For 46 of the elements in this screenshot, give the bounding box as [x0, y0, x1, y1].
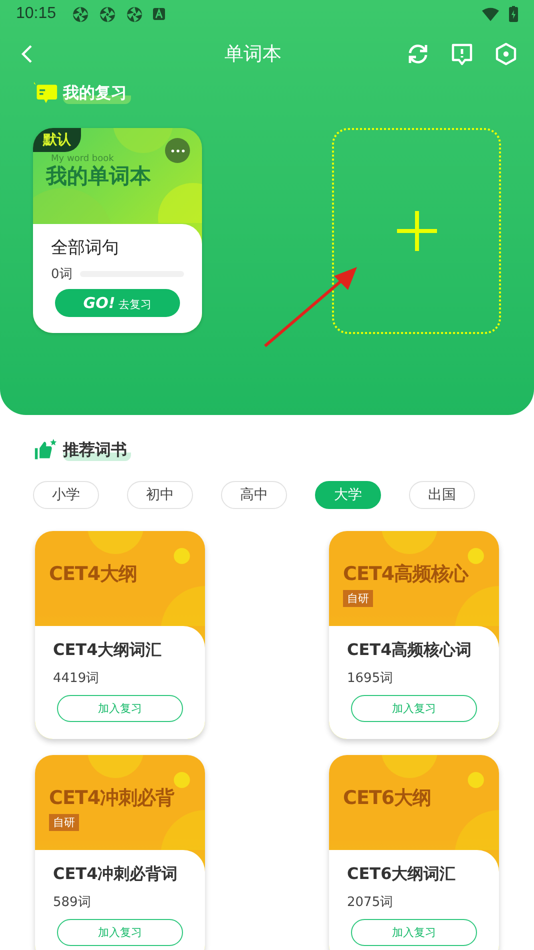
book-card[interactable]: CET4冲刺必背 自研 CET4冲刺必背词 589词 加入复习 — [35, 755, 205, 950]
book-name: 全部词句 — [51, 237, 120, 259]
thumbs-up-icon — [33, 438, 59, 462]
cover-title: CET4高频核心 — [343, 562, 468, 587]
cover-title: CET4大纲 — [49, 562, 138, 587]
cover-title: CET4冲刺必背 — [49, 786, 174, 811]
plus-icon — [394, 209, 438, 253]
tag-label: 自研 — [49, 814, 79, 831]
cover-subtitle: My word book — [51, 154, 114, 164]
book-icon — [33, 81, 59, 105]
book-card[interactable]: CET6大纲 CET6大纲词汇 2075词 加入复习 — [329, 755, 499, 950]
more-button[interactable] — [165, 138, 190, 163]
notification-icon — [99, 6, 116, 22]
word-count: 589词 — [53, 894, 92, 911]
word-count: 0词 — [51, 266, 72, 283]
word-count: 4419词 — [53, 670, 100, 687]
refresh-icon[interactable] — [406, 42, 430, 66]
default-badge: 默认 — [33, 128, 81, 152]
cover-title: 我的单词本 — [46, 163, 151, 190]
status-time: 10:15 — [16, 5, 56, 23]
wifi-icon — [482, 6, 499, 22]
book-card[interactable]: CET4大纲 CET4大纲词汇 4419词 加入复习 — [35, 531, 205, 739]
section-title: 我的复习 — [63, 82, 131, 104]
category-tab[interactable]: 高中 — [221, 481, 287, 509]
book-name: CET6大纲词汇 — [347, 864, 457, 885]
word-book-card[interactable]: 默认 My word book 我的单词本 全部词句 0词 GO! 去复习 — [33, 128, 202, 333]
book-name: CET4冲刺必背词 — [53, 864, 179, 885]
notification-icon — [126, 6, 144, 22]
section-title: 推荐词书 — [63, 440, 131, 460]
battery-icon — [509, 6, 518, 22]
category-tab[interactable]: 小学 — [33, 481, 99, 509]
book-name: CET4大纲词汇 — [53, 640, 163, 661]
book-name: CET4高频核心词 — [347, 640, 473, 661]
feedback-icon[interactable] — [450, 42, 474, 66]
category-tab[interactable]: 出国 — [409, 481, 475, 509]
cover-title: CET6大纲 — [343, 786, 432, 811]
tag-label: 自研 — [343, 590, 373, 607]
book-card[interactable]: CET4高频核心 自研 CET4高频核心词 1695词 加入复习 — [329, 531, 499, 739]
more-icon — [170, 148, 184, 152]
settings-icon[interactable] — [494, 42, 518, 66]
word-count: 1695词 — [347, 670, 394, 687]
word-count: 2075词 — [347, 894, 394, 911]
page-title: 单词本 — [224, 42, 282, 67]
notification-icon — [72, 6, 90, 22]
app-notification-icon — [153, 8, 166, 20]
category-tab[interactable]: 初中 — [127, 481, 193, 509]
